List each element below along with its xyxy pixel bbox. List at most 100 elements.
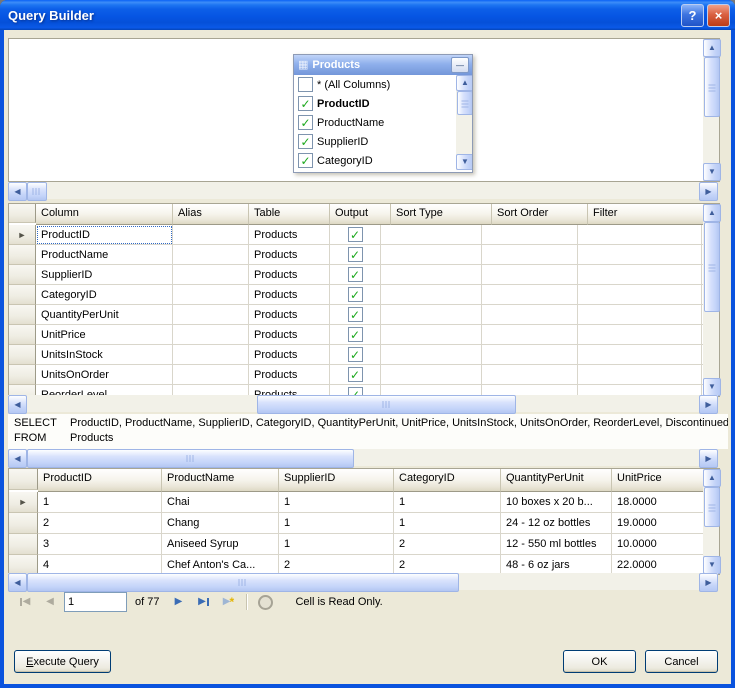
cell-sort-type[interactable] — [381, 265, 482, 285]
cell[interactable]: 2 — [394, 534, 501, 555]
row-selector[interactable]: ► — [9, 492, 38, 513]
scroll-up-button[interactable]: ▲ — [456, 75, 472, 91]
output-checkbox[interactable]: ✓ — [348, 267, 363, 282]
sql-hscrollbar[interactable]: ◀ ▶ — [8, 449, 718, 466]
position-input[interactable] — [64, 592, 127, 612]
cell-filter[interactable] — [578, 365, 702, 385]
sql-pane[interactable]: SELECT ProductID, ProductName, SupplierI… — [8, 414, 728, 449]
cell-alias[interactable] — [173, 365, 249, 385]
cell-filter[interactable] — [578, 325, 702, 345]
cell-sort-order[interactable] — [482, 225, 578, 245]
output-checkbox[interactable]: ✓ — [348, 227, 363, 242]
column-checkbox[interactable]: ✓ — [298, 115, 313, 130]
cell-sort-order[interactable] — [482, 265, 578, 285]
cell-alias[interactable] — [173, 305, 249, 325]
cell-output[interactable]: ✓ — [330, 285, 381, 305]
cell-sort-type[interactable] — [381, 345, 482, 365]
column-header[interactable]: CategoryID — [394, 469, 501, 492]
cell-output[interactable]: ✓ — [330, 245, 381, 265]
cell[interactable]: 1 — [394, 492, 501, 513]
cell-column[interactable]: QuantityPerUnit — [36, 305, 173, 325]
scroll-track[interactable] — [27, 449, 699, 466]
cell-table[interactable]: Products — [249, 265, 330, 285]
cell-sort-type[interactable] — [381, 225, 482, 245]
cell[interactable]: 24 - 12 oz bottles — [501, 513, 612, 534]
cell-filter[interactable] — [578, 345, 702, 365]
scroll-track[interactable] — [703, 57, 719, 163]
move-previous-button[interactable]: ◀ — [39, 592, 61, 612]
row-selector[interactable]: ► — [9, 225, 36, 245]
column-header[interactable]: UnitPrice — [612, 469, 703, 492]
row-selector[interactable] — [9, 245, 36, 265]
cell-sort-type[interactable] — [381, 285, 482, 305]
scroll-thumb[interactable] — [704, 487, 720, 527]
scroll-track[interactable] — [703, 222, 719, 378]
scroll-up-button[interactable]: ▲ — [703, 204, 721, 222]
list-item[interactable]: * (All Columns) — [294, 75, 458, 94]
output-checkbox[interactable]: ✓ — [348, 327, 363, 342]
cell-table[interactable]: Products — [249, 325, 330, 345]
cell[interactable]: 3 — [38, 534, 162, 555]
row-selector[interactable] — [9, 305, 36, 325]
column-header[interactable]: Sort Type — [391, 204, 492, 225]
results-hscrollbar[interactable]: ◀ ▶ — [8, 573, 718, 590]
column-header[interactable]: SupplierID — [279, 469, 394, 492]
column-header[interactable]: QuantityPerUnit — [501, 469, 612, 492]
results-vscrollbar[interactable]: ▲ ▼ — [703, 469, 719, 574]
cell-filter[interactable] — [578, 265, 702, 285]
cell[interactable]: 1 — [38, 492, 162, 513]
cell-filter[interactable] — [578, 225, 702, 245]
cell-column[interactable]: UnitPrice — [36, 325, 173, 345]
column-header[interactable]: Output — [330, 204, 391, 225]
table-list-scrollbar[interactable]: ▲ ▼ — [456, 75, 472, 170]
cell-sort-order[interactable] — [482, 365, 578, 385]
cell[interactable]: Chang — [162, 513, 279, 534]
scroll-track[interactable] — [456, 91, 472, 154]
row-selector[interactable] — [9, 555, 38, 574]
cell-table[interactable]: Products — [249, 285, 330, 305]
move-last-button[interactable]: ▶ — [192, 592, 214, 612]
cell[interactable]: 22.0000 — [612, 555, 703, 574]
scroll-thumb[interactable] — [257, 395, 516, 414]
scroll-track[interactable] — [27, 573, 699, 590]
cell-output[interactable]: ✓ — [330, 325, 381, 345]
cell[interactable]: 4 — [38, 555, 162, 574]
column-header[interactable]: Table — [249, 204, 330, 225]
cell[interactable]: 2 — [279, 555, 394, 574]
diagram-vscrollbar[interactable]: ▲ ▼ — [703, 39, 719, 181]
cell-alias[interactable] — [173, 325, 249, 345]
cell[interactable]: 1 — [279, 492, 394, 513]
cell[interactable]: 1 — [394, 513, 501, 534]
cell-alias[interactable] — [173, 285, 249, 305]
scroll-thumb[interactable] — [27, 449, 354, 468]
cell-sort-order[interactable] — [482, 285, 578, 305]
scroll-thumb[interactable] — [27, 182, 47, 201]
scroll-right-button[interactable]: ▶ — [699, 449, 718, 468]
table-minimize-button[interactable]: — — [451, 57, 469, 73]
products-table-window[interactable]: ▦ Products — * (All Columns) ✓ ProductID… — [293, 54, 473, 173]
cell[interactable]: 12 - 550 ml bottles — [501, 534, 612, 555]
scroll-up-button[interactable]: ▲ — [703, 469, 721, 487]
column-checkbox[interactable] — [298, 77, 313, 92]
execute-query-button[interactable]: Execute Query — [14, 650, 111, 673]
cell[interactable]: 2 — [394, 555, 501, 574]
scroll-thumb[interactable] — [457, 91, 472, 115]
column-header[interactable]: ProductName — [162, 469, 279, 492]
cancel-button[interactable]: Cancel — [645, 650, 718, 673]
column-header[interactable]: Alias — [173, 204, 249, 225]
cell-column[interactable]: UnitsOnOrder — [36, 365, 173, 385]
cell[interactable]: 1 — [279, 534, 394, 555]
cell[interactable]: 48 - 6 oz jars — [501, 555, 612, 574]
help-button[interactable]: ? — [681, 4, 704, 27]
cell-filter[interactable] — [578, 285, 702, 305]
list-item[interactable]: ✓ SupplierID — [294, 132, 458, 151]
column-checkbox[interactable]: ✓ — [298, 96, 313, 111]
cell[interactable]: 1 — [279, 513, 394, 534]
corner-header-cell[interactable] — [9, 469, 38, 490]
cell[interactable]: 18.0000 — [612, 492, 703, 513]
cell[interactable]: 10.0000 — [612, 534, 703, 555]
cell-alias[interactable] — [173, 345, 249, 365]
scroll-down-button[interactable]: ▼ — [703, 163, 721, 181]
column-header[interactable]: ProductID — [38, 469, 162, 492]
cell-sort-order[interactable] — [482, 245, 578, 265]
